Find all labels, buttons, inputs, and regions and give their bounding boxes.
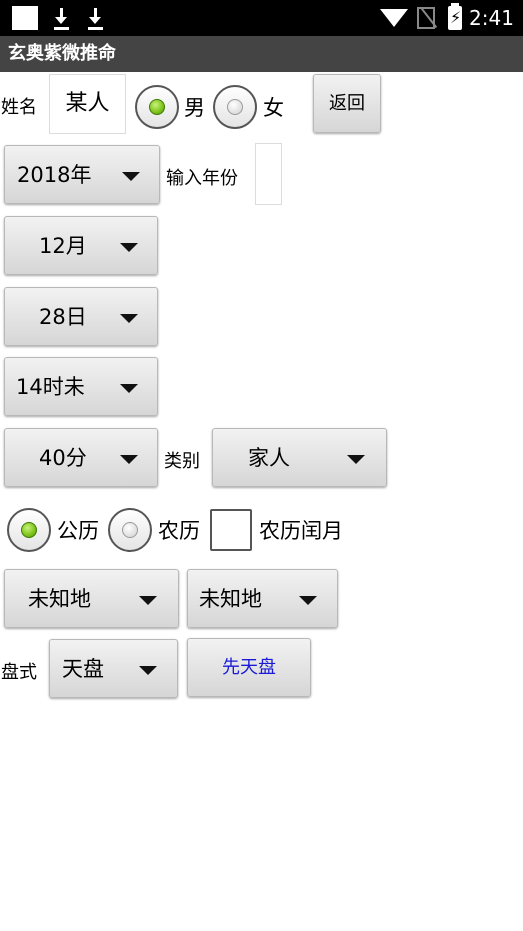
year-spinner[interactable]: 2018年 [4, 145, 160, 204]
year-input[interactable] [255, 143, 282, 205]
dropdown-arrow-icon [120, 384, 138, 393]
dropdown-arrow-icon [347, 455, 365, 464]
lunar-calendar-radio[interactable] [108, 508, 152, 552]
name-input[interactable]: 某人 [49, 74, 126, 134]
female-label: 女 [263, 96, 284, 120]
battery-charging-icon: ⚡ [448, 3, 462, 30]
female-radio[interactable] [213, 85, 257, 129]
download-icon [86, 6, 104, 30]
year-value: 2018年 [17, 163, 92, 187]
dropdown-arrow-icon [139, 666, 157, 675]
natal-chart-button-label: 先天盘 [222, 657, 276, 678]
name-input-value: 某人 [65, 91, 110, 116]
dropdown-arrow-icon [120, 455, 138, 464]
category-label: 类别 [164, 451, 200, 472]
place-1-value: 未知地 [28, 587, 91, 611]
place-spinner-2[interactable]: 未知地 [187, 569, 338, 628]
category-value: 家人 [248, 446, 290, 470]
download-icon [52, 6, 70, 30]
solar-calendar-radio[interactable] [7, 508, 51, 552]
male-radio[interactable] [135, 85, 179, 129]
leap-month-checkbox[interactable] [210, 509, 252, 551]
dropdown-arrow-icon [122, 172, 140, 181]
lunar-calendar-label: 农历 [158, 519, 200, 543]
place-2-value: 未知地 [199, 587, 262, 611]
natal-chart-button[interactable]: 先天盘 [187, 638, 311, 697]
dropdown-arrow-icon [139, 596, 157, 605]
day-value: 28日 [39, 305, 87, 329]
input-year-label: 输入年份 [166, 168, 238, 189]
category-spinner[interactable]: 家人 [212, 428, 387, 487]
dropdown-arrow-icon [299, 596, 317, 605]
chart-type-label: 盘式 [1, 662, 37, 683]
app-title: 玄奥紫微推命 [8, 43, 116, 64]
male-label: 男 [184, 96, 205, 120]
back-button[interactable]: 返回 [313, 74, 381, 133]
hour-spinner[interactable]: 14时未 [4, 357, 158, 416]
leap-month-label: 农历闰月 [259, 519, 343, 543]
minute-spinner[interactable]: 40分 [4, 428, 158, 487]
month-spinner[interactable]: 12月 [4, 216, 158, 275]
month-value: 12月 [39, 234, 87, 258]
notification-square-icon [12, 6, 38, 30]
dropdown-arrow-icon [120, 243, 138, 252]
hour-value: 14时未 [16, 375, 85, 399]
clock: 2:41 [469, 6, 514, 30]
no-sim-icon [417, 7, 435, 29]
status-bar: ⚡ 2:41 [0, 0, 523, 36]
dropdown-arrow-icon [120, 314, 138, 323]
chart-type-spinner[interactable]: 天盘 [49, 639, 178, 698]
solar-calendar-label: 公历 [57, 519, 99, 543]
back-button-label: 返回 [329, 93, 365, 114]
name-label: 姓名 [1, 97, 37, 118]
wifi-icon [380, 9, 408, 27]
chart-type-value: 天盘 [62, 657, 104, 681]
minute-value: 40分 [39, 446, 87, 470]
place-spinner-1[interactable]: 未知地 [4, 569, 179, 628]
day-spinner[interactable]: 28日 [4, 287, 158, 346]
